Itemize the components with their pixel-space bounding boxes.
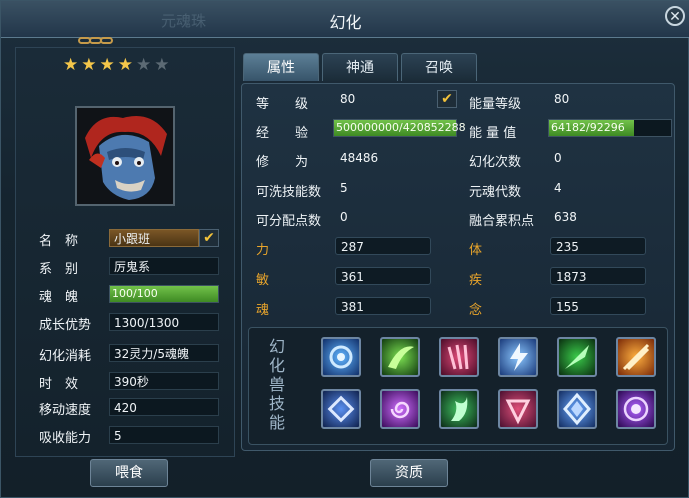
title-bar[interactable]: 元魂珠 幻化 ✕	[1, 1, 689, 38]
name-field[interactable]: 小跟班	[109, 229, 199, 247]
speed-value: 420	[109, 398, 219, 416]
blue-crystal-icon[interactable]	[557, 389, 597, 429]
energy-value: 64182/92296	[551, 121, 625, 134]
growth-label: 成长优势	[39, 318, 92, 333]
orange-blade-icon[interactable]	[616, 337, 656, 377]
constitution-value: 235	[550, 237, 646, 255]
level-confirm-icon[interactable]: ✔	[437, 90, 457, 108]
purple-spiral-icon[interactable]	[380, 389, 420, 429]
pet-portrait	[75, 106, 175, 206]
soul-attr-label: 魂	[256, 303, 270, 318]
exp-value: 500000000/420852288	[336, 121, 466, 134]
speed-attr-value: 1873	[550, 267, 646, 285]
washable-value: 5	[340, 181, 348, 195]
agility-label: 敏	[256, 273, 270, 288]
absorb-value: 5	[109, 426, 219, 444]
cost-value: 32灵力/5魂魄	[109, 344, 219, 362]
ghost-portrait-icon	[77, 108, 173, 204]
speed-label: 移动速度	[39, 403, 92, 418]
duration-value: 390秒	[109, 372, 219, 390]
fusion-value: 638	[554, 210, 577, 224]
tab-attributes[interactable]: 属性	[243, 53, 319, 81]
mind-label: 念	[469, 303, 483, 318]
blue-vortex-icon[interactable]	[321, 337, 361, 377]
absorb-label: 吸收能力	[39, 431, 92, 446]
speed-attr-label: 疾	[469, 273, 483, 288]
soul-label: 魂 魄	[39, 290, 79, 305]
red-claw-icon[interactable]	[439, 337, 479, 377]
growth-value: 1300/1300	[109, 313, 219, 331]
star-empty-icon: ★	[136, 55, 152, 75]
aptitude-button[interactable]: 资质	[370, 459, 448, 487]
energy-level-label: 能量等级	[469, 97, 522, 112]
rename-confirm-icon[interactable]: ✔	[199, 229, 219, 247]
star-icon: ★	[99, 55, 115, 75]
constitution-label: 体	[469, 243, 483, 258]
assignable-label: 可分配点数	[256, 214, 322, 229]
energy-bar: 64182/92296	[548, 119, 672, 137]
purple-orb-icon[interactable]	[616, 389, 656, 429]
skills-title: 幻化兽技能	[268, 337, 285, 432]
energy-level-value: 80	[554, 92, 570, 106]
strength-label: 力	[256, 243, 270, 258]
mind-value: 155	[550, 297, 646, 315]
soul-generation-label: 元魂代数	[469, 185, 522, 200]
green-energy-icon[interactable]	[439, 389, 479, 429]
cultivation-label: 修 为	[256, 155, 309, 170]
strength-value: 287	[335, 237, 431, 255]
soul-generation-value: 4	[554, 181, 562, 195]
star-empty-icon: ★	[154, 55, 170, 75]
agility-value: 361	[335, 267, 431, 285]
soul-bar: 100/100	[109, 285, 219, 303]
exp-bar: 500000000/420852288	[333, 119, 466, 137]
chain-ornament-icon	[78, 37, 114, 45]
green-slash-icon[interactable]	[557, 337, 597, 377]
tab-abilities[interactable]: 神通	[322, 53, 398, 81]
assignable-value: 0	[340, 210, 348, 224]
star-icon: ★	[117, 55, 133, 75]
energy-label: 能 量 值	[469, 126, 517, 141]
duration-label: 时 效	[39, 377, 79, 392]
star-icon: ★	[81, 55, 97, 75]
level-label: 等 级	[256, 97, 309, 112]
green-wind-icon[interactable]	[380, 337, 420, 377]
level-value: 80	[340, 92, 356, 106]
name-label: 名 称	[39, 234, 79, 249]
cost-label: 幻化消耗	[39, 349, 92, 364]
transform-count-label: 幻化次数	[469, 155, 522, 170]
soul-value: 100/100	[112, 287, 158, 300]
blue-lightning-icon[interactable]	[498, 337, 538, 377]
huanhua-window: 元魂珠 幻化 ✕ ★ ★ ★ ★ ★ ★ 名 称 小跟班 ✔ 系 别 厉鬼系 魂…	[0, 0, 689, 498]
feed-button[interactable]: 喂食	[90, 459, 168, 487]
washable-label: 可洗技能数	[256, 185, 322, 200]
series-value: 厉鬼系	[109, 257, 219, 275]
star-rating: ★ ★ ★ ★ ★ ★	[63, 55, 170, 75]
fusion-label: 融合累积点	[469, 214, 535, 229]
tab-summon[interactable]: 召唤	[401, 53, 477, 81]
soul-attr-value: 381	[335, 297, 431, 315]
window-title: 幻化	[329, 13, 362, 32]
star-icon: ★	[63, 55, 79, 75]
cultivation-value: 48486	[340, 151, 379, 165]
transform-count-value: 0	[554, 151, 562, 165]
exp-label: 经 验	[256, 126, 309, 141]
red-rune-icon[interactable]	[498, 389, 538, 429]
series-label: 系 别	[39, 262, 79, 277]
close-icon[interactable]: ✕	[665, 6, 685, 26]
blue-rune-icon[interactable]	[321, 389, 361, 429]
